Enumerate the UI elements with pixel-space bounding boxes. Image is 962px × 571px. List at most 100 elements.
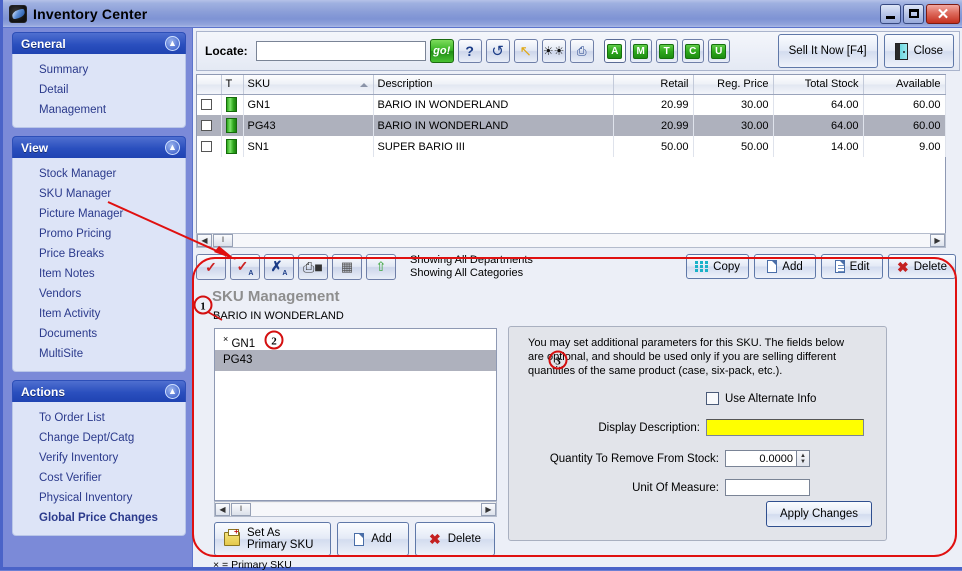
col-header-type[interactable]: T xyxy=(221,75,244,95)
sku-list-horizontal-scrollbar[interactable]: ◀ ‖ ▶ xyxy=(214,501,497,517)
binoculars-icon[interactable]: ☀☀ xyxy=(541,39,566,63)
filter-button-c[interactable]: C xyxy=(681,39,704,63)
sidebar-item-multisite[interactable]: MultiSite xyxy=(13,344,185,364)
scrollbar-track[interactable] xyxy=(233,234,930,247)
sidebar-item-physical-inventory[interactable]: Physical Inventory xyxy=(13,488,185,508)
chevron-up-icon[interactable]: ▲ xyxy=(165,384,180,399)
sidebar-item-picture-manager[interactable]: Picture Manager xyxy=(13,204,185,224)
sell-it-now-button[interactable]: Sell It Now [F4] xyxy=(777,34,878,68)
filter-button-m[interactable]: M xyxy=(629,39,652,63)
quantity-stepper[interactable]: ▲ ▼ xyxy=(797,450,810,467)
sidebar-item-management[interactable]: Management xyxy=(13,100,185,120)
close-button[interactable]: Close xyxy=(883,34,954,68)
col-header-description[interactable]: Description xyxy=(373,75,614,95)
sidebar-item-price-breaks[interactable]: Price Breaks xyxy=(13,244,185,264)
go-button[interactable]: go! xyxy=(429,39,454,63)
sidebar-item-cost-verifier[interactable]: Cost Verifier xyxy=(13,468,185,488)
sidebar-item-stock-manager[interactable]: Stock Manager xyxy=(13,164,185,184)
row-checkbox-cell[interactable] xyxy=(197,136,222,157)
add-button[interactable]: Add xyxy=(754,254,817,279)
delete-button[interactable]: ✖ Delete xyxy=(888,254,956,279)
col-header-sku[interactable]: SKU xyxy=(243,75,374,95)
chevron-up-icon[interactable]: ▲ xyxy=(165,36,180,51)
set-primary-icon xyxy=(224,527,240,546)
door-exit-icon xyxy=(894,42,908,60)
set-as-primary-sku-button[interactable]: Set As Primary SKU xyxy=(214,522,331,556)
table-row[interactable]: GN1 BARIO IN WONDERLAND 20.99 30.00 64.0… xyxy=(197,94,946,115)
edit-button[interactable]: Edit xyxy=(821,254,884,279)
copy-button[interactable]: Copy xyxy=(686,254,750,279)
preview-icon[interactable]: ⎙ xyxy=(569,39,594,63)
sidebar-item-global-price-changes[interactable]: Global Price Changes xyxy=(13,508,185,528)
refresh-icon[interactable]: ↺ xyxy=(485,39,510,63)
row-checkbox-cell[interactable] xyxy=(197,115,222,136)
help-icon[interactable]: ? xyxy=(457,39,482,63)
filter-button-a[interactable]: A xyxy=(603,39,626,63)
sidebar-item-documents[interactable]: Documents xyxy=(13,324,185,344)
sidebar-item-verify-inventory[interactable]: Verify Inventory xyxy=(13,448,185,468)
scrollbar-thumb[interactable]: ‖ xyxy=(213,234,233,247)
sidebar-item-detail[interactable]: Detail xyxy=(13,80,185,100)
jump-up-icon[interactable]: ↖ xyxy=(513,39,538,63)
inventory-grid[interactable]: T SKU Description Retail Reg. Price Tota… xyxy=(196,74,946,242)
sku-list[interactable]: × GN1 PG43 xyxy=(214,328,497,501)
export-up-icon[interactable]: ⇧ xyxy=(366,254,396,280)
list-item[interactable]: PG43 xyxy=(215,350,496,371)
apply-changes-button[interactable]: Apply Changes xyxy=(766,501,872,527)
scroll-left-icon[interactable]: ◀ xyxy=(197,234,212,247)
row-checkbox[interactable] xyxy=(201,120,212,132)
filter-button-t[interactable]: T xyxy=(655,39,678,63)
sidebar-item-item-notes[interactable]: Item Notes xyxy=(13,264,185,284)
col-header-checkbox[interactable] xyxy=(197,75,222,95)
green-bar-icon xyxy=(225,97,237,113)
scroll-left-icon[interactable]: ◀ xyxy=(215,502,230,516)
table-row[interactable]: SN1 SUPER BARIO III 50.00 50.00 14.00 9.… xyxy=(197,136,946,157)
col-header-reg-price[interactable]: Reg. Price xyxy=(693,75,774,95)
col-header-total-stock[interactable]: Total Stock xyxy=(773,75,864,95)
sku-delete-button[interactable]: ✖ Delete xyxy=(415,522,495,556)
row-checkbox-cell[interactable] xyxy=(197,94,222,115)
print-icon[interactable]: ⎙■ xyxy=(298,254,328,280)
filter-status-categories: Showing All Categories xyxy=(410,267,524,279)
sidebar-item-promo-pricing[interactable]: Promo Pricing xyxy=(13,224,185,244)
sidebar-item-change-dept-catg[interactable]: Change Dept/Catg xyxy=(13,428,185,448)
row-checkbox[interactable] xyxy=(201,141,212,153)
sidebar-item-to-order-list[interactable]: To Order List xyxy=(13,408,185,428)
scroll-right-icon[interactable]: ▶ xyxy=(481,502,496,516)
check-all-icon[interactable]: ✓A xyxy=(230,254,260,280)
row-checkbox[interactable] xyxy=(201,99,212,111)
sidebar-item-summary[interactable]: Summary xyxy=(13,60,185,80)
sidebar-group-view-header[interactable]: View ▲ xyxy=(12,136,186,158)
col-header-retail[interactable]: Retail xyxy=(613,75,694,95)
table-row[interactable]: PG43 BARIO IN WONDERLAND 20.99 30.00 64.… xyxy=(197,115,946,136)
chevron-up-icon[interactable]: ▲ xyxy=(165,140,180,155)
use-alternate-info-checkbox[interactable] xyxy=(706,392,719,405)
list-item[interactable]: × GN1 xyxy=(215,329,496,350)
edit-doc-icon xyxy=(834,260,845,273)
new-doc-icon xyxy=(767,260,778,273)
sidebar-item-vendors[interactable]: Vendors xyxy=(13,284,185,304)
col-header-available[interactable]: Available xyxy=(863,75,946,95)
grid-horizontal-scrollbar[interactable]: ◀ ‖ ▶ xyxy=(196,233,946,248)
list-icon[interactable]: ▦ xyxy=(332,254,362,280)
sidebar-item-sku-manager[interactable]: SKU Manager xyxy=(13,184,185,204)
sku-add-button[interactable]: Add xyxy=(337,522,409,556)
sidebar-item-item-activity[interactable]: Item Activity xyxy=(13,304,185,324)
filter-button-u[interactable]: U xyxy=(707,39,730,63)
maximize-button[interactable] xyxy=(903,4,924,24)
quantity-remove-input[interactable] xyxy=(725,450,797,467)
close-window-button[interactable]: ✕ xyxy=(926,4,960,24)
unit-of-measure-input[interactable] xyxy=(725,479,810,496)
use-alternate-info-checkbox-row[interactable]: Use Alternate Info xyxy=(706,392,816,405)
locate-input[interactable] xyxy=(255,41,426,61)
uncheck-all-icon[interactable]: ✗A xyxy=(264,254,294,280)
display-description-input[interactable] xyxy=(706,419,864,436)
sidebar-group-actions-header[interactable]: Actions ▲ xyxy=(12,380,186,402)
row-sku: PG43 xyxy=(243,115,374,136)
scrollbar-track[interactable] xyxy=(251,502,481,516)
sidebar-group-general-header[interactable]: General ▲ xyxy=(12,32,186,54)
check-icon[interactable]: ✓ xyxy=(196,254,226,280)
scroll-right-icon[interactable]: ▶ xyxy=(930,234,945,247)
minimize-button[interactable] xyxy=(880,4,901,24)
scrollbar-thumb[interactable]: ‖ xyxy=(231,502,251,516)
